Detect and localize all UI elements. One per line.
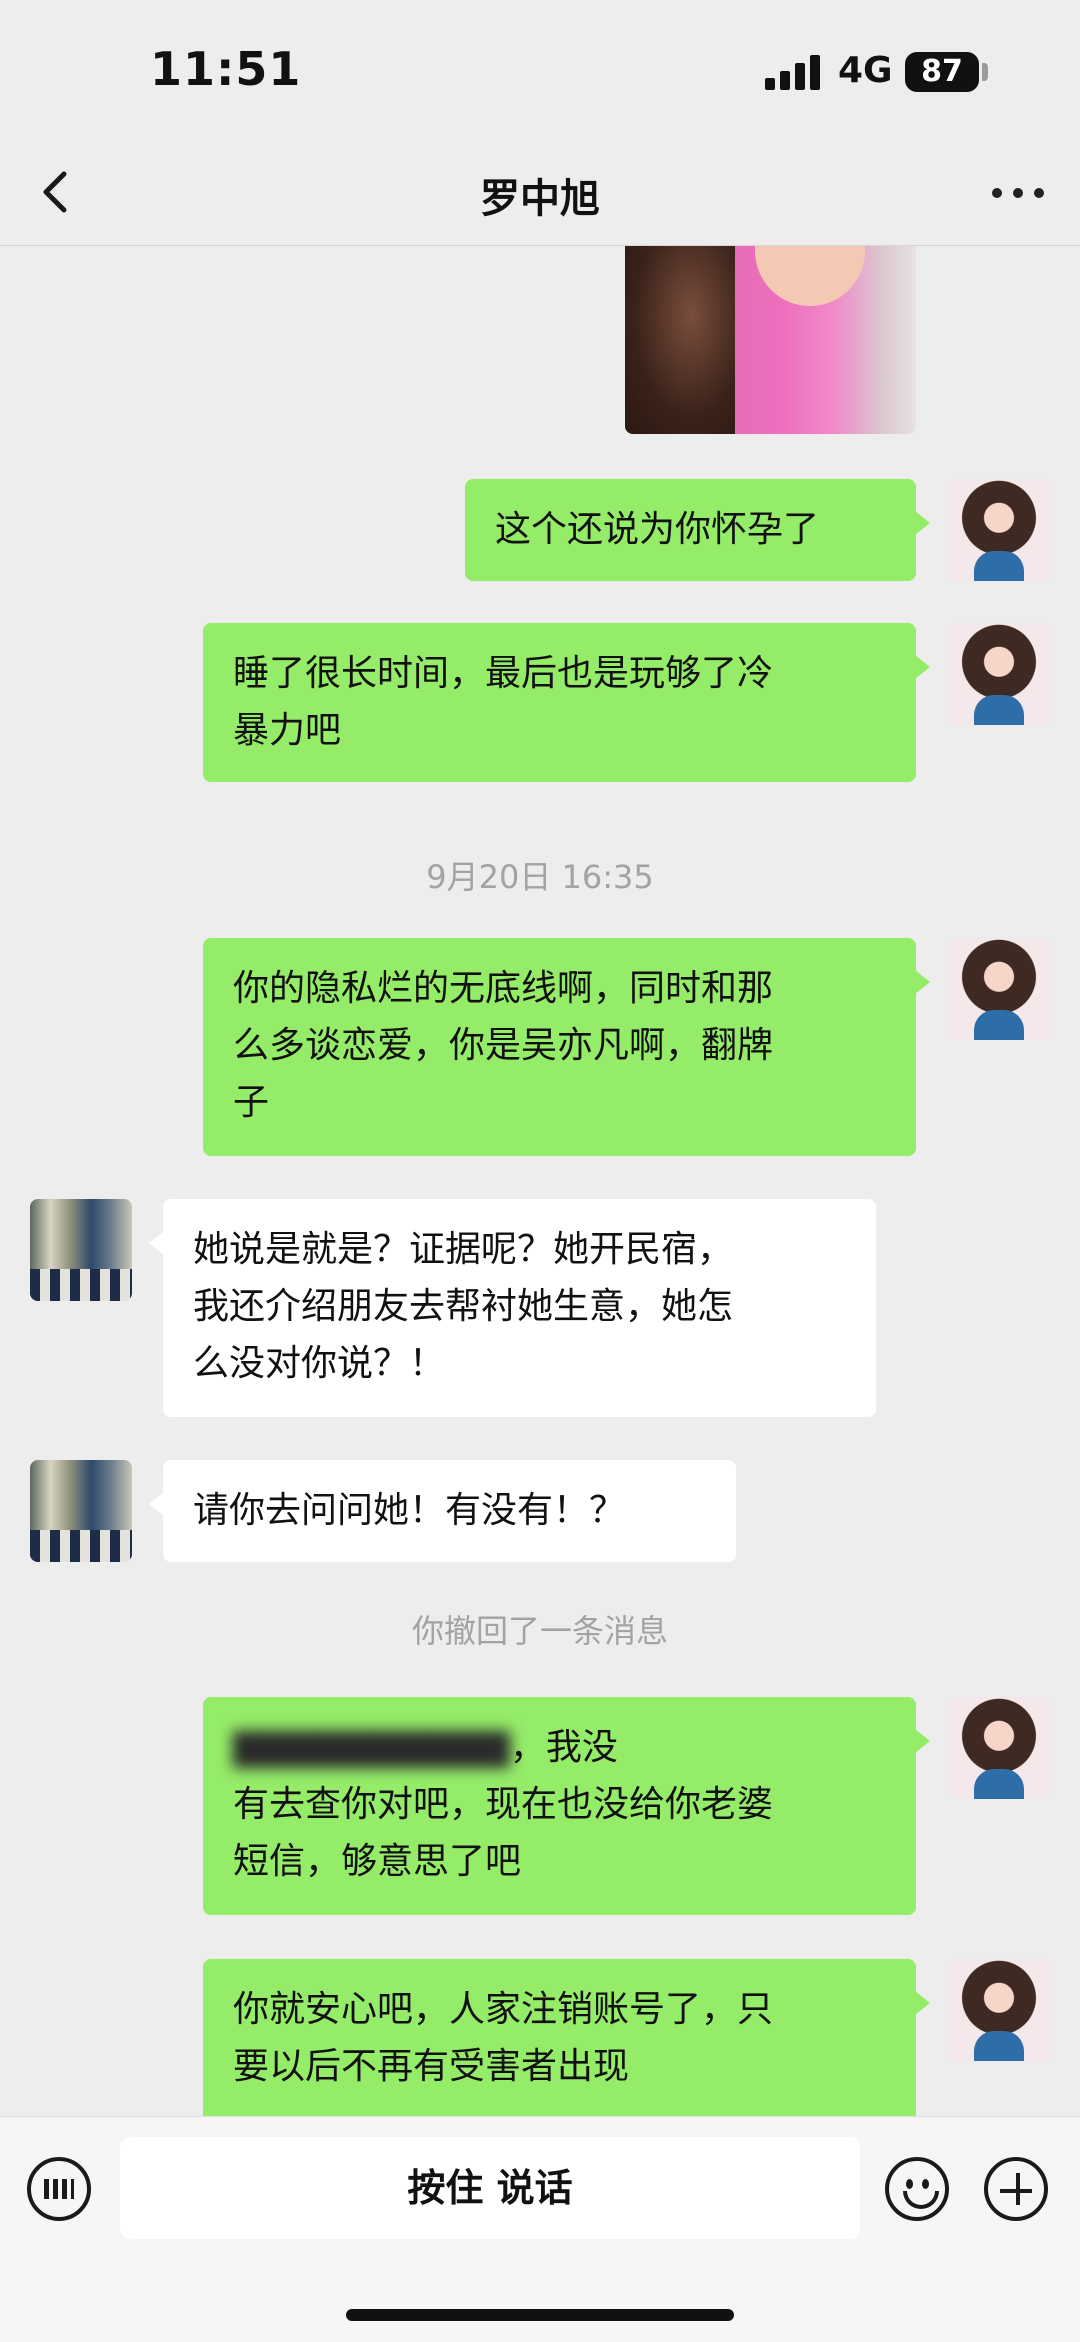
avatar-self[interactable] [948, 1959, 1050, 2061]
signal-icon [765, 54, 825, 90]
message-text-line: 她说是就是？证据呢？她开民宿， [193, 1229, 734, 1270]
message-text-line: 短信，够意思了吧 [233, 1841, 522, 1882]
photo-hair [625, 246, 735, 434]
message-bubble-received[interactable]: 请你去问问她！有没有！？ [149, 1460, 736, 1562]
message-bubble-sent[interactable]: 睡了很长时间，最后也是玩够了冷 暴力吧 [203, 623, 930, 782]
message-text-line: ▇▇▇▇▇▇▇▇▇▇，我没 [233, 1719, 886, 1776]
message-text-line: 么多谈恋爱，你是吴亦凡啊，翻牌 [233, 1025, 774, 1066]
avatar-self[interactable] [948, 479, 1050, 581]
avatar-self[interactable] [948, 1697, 1050, 1799]
more-dots-icon[interactable] [992, 188, 1044, 198]
photo-neck [755, 246, 865, 306]
message-text: 这个还说为你怀孕了 [495, 509, 820, 550]
avatar-self[interactable] [948, 938, 1050, 1040]
keyboard-icon[interactable] [27, 2157, 91, 2221]
message-text-line: 暴力吧 [233, 710, 342, 751]
hold-to-talk-button[interactable]: 按住 说话 [120, 2137, 860, 2239]
redacted-text: ▇▇▇▇▇▇▇▇▇▇ [233, 1727, 510, 1768]
network-type: 4G [838, 50, 893, 91]
recall-notice: 你撤回了一条消息 [411, 1612, 668, 1650]
home-indicator[interactable] [346, 2309, 734, 2321]
status-bar: 11:51 4G 87 [0, 0, 1080, 140]
image-message[interactable] [625, 246, 916, 434]
message-text-line: 我还介绍朋友去帮衬她生意，她怎 [193, 1286, 734, 1327]
message-text-line: 你就安心吧，人家注销账号了，只 [233, 1989, 774, 2030]
battery-icon: 87 [905, 52, 979, 92]
battery-tip [982, 63, 988, 81]
plus-icon[interactable] [984, 2157, 1048, 2221]
chat-header: 罗中旭 [0, 140, 1080, 246]
message-text: 请你去问问她！有没有！？ [193, 1490, 626, 1531]
avatar-contact[interactable] [30, 1199, 132, 1301]
message-bubble-sent[interactable]: 你的隐私烂的无底线啊，同时和那 么多谈恋爱，你是吴亦凡啊，翻牌 子 [203, 938, 930, 1156]
timestamp: 9月20日 16:35 [426, 858, 654, 896]
message-bubble-sent[interactable]: 你就安心吧，人家注销账号了，只 要以后不再有受害者出现 [203, 1959, 930, 2116]
message-text-line: 子 [233, 1082, 270, 1123]
message-text-visible: ，我没 [509, 1727, 618, 1768]
message-list[interactable]: 这个还说为你怀孕了 睡了很长时间，最后也是玩够了冷 暴力吧 9月20日 16:3… [0, 246, 1080, 2116]
emoji-icon[interactable] [885, 2157, 949, 2221]
message-text-line: 睡了很长时间，最后也是玩够了冷 [233, 653, 774, 694]
page-title: 罗中旭 [480, 176, 600, 222]
avatar-contact[interactable] [30, 1460, 132, 1562]
message-text-line: 有去查你对吧，现在也没给你老婆 [233, 1784, 774, 1825]
status-time: 11:51 [150, 42, 302, 96]
avatar-self[interactable] [948, 623, 1050, 725]
message-text-line: 要以后不再有受害者出现 [233, 2046, 630, 2087]
message-bubble-sent[interactable]: ▇▇▇▇▇▇▇▇▇▇，我没 有去查你对吧，现在也没给你老婆 短信，够意思了吧 [203, 1697, 930, 1915]
message-bubble-received[interactable]: 她说是就是？证据呢？她开民宿， 我还介绍朋友去帮衬她生意，她怎 么没对你说？！ [149, 1199, 876, 1417]
message-text-line: 你的隐私烂的无底线啊，同时和那 [233, 968, 774, 1009]
message-text-line: 么没对你说？！ [193, 1343, 446, 1384]
message-bubble-sent[interactable]: 这个还说为你怀孕了 [465, 479, 930, 581]
